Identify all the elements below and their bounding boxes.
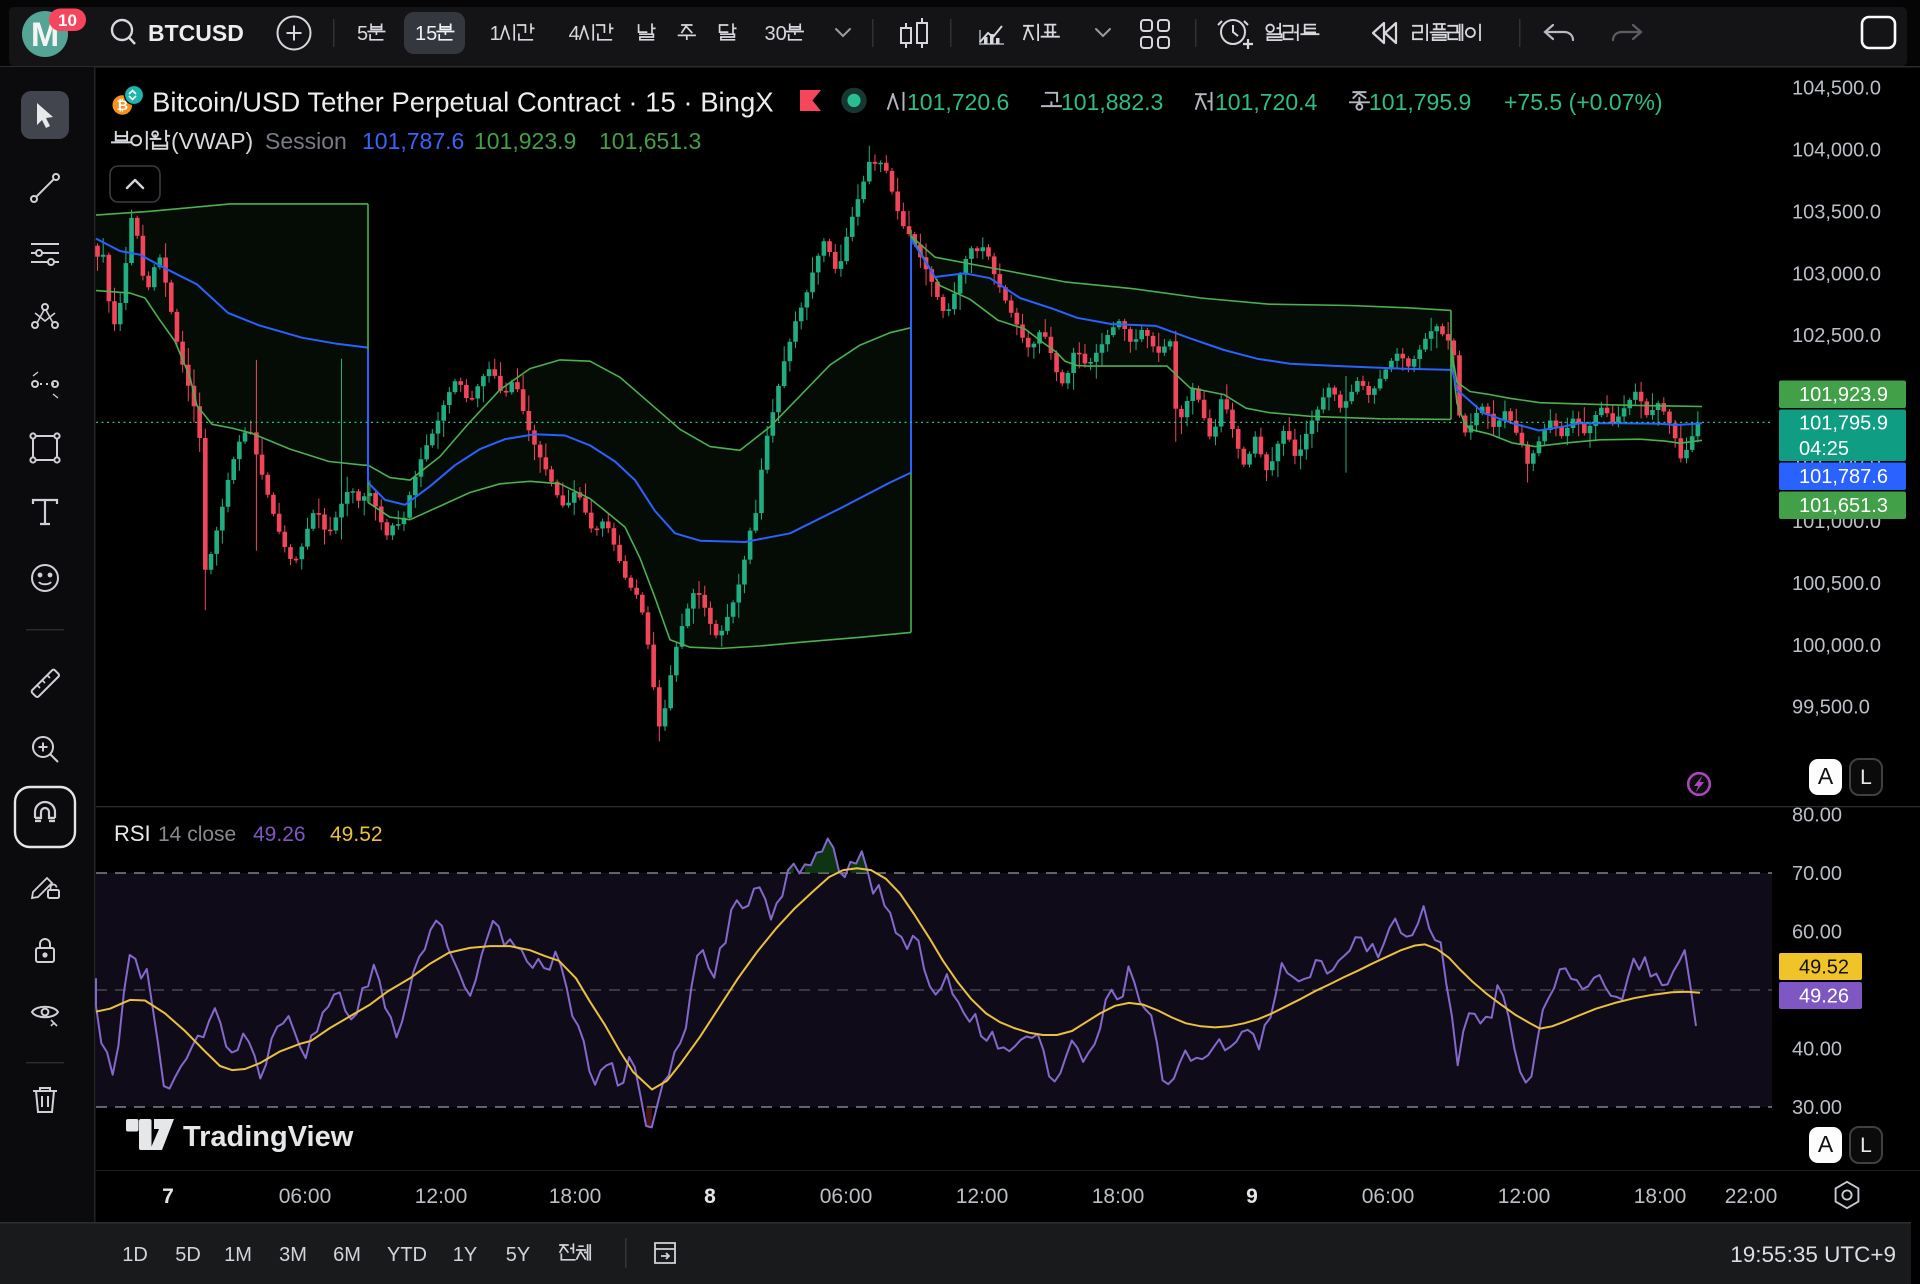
svg-text:100,000.0: 100,000.0 xyxy=(1792,635,1881,657)
svg-text:70.00: 70.00 xyxy=(1792,863,1842,885)
svg-text:101,882.3: 101,882.3 xyxy=(1061,89,1163,115)
svg-text:101,923.9: 101,923.9 xyxy=(1799,384,1888,406)
svg-text:30: 30 xyxy=(765,23,787,45)
svg-text:49.52: 49.52 xyxy=(1799,957,1849,979)
svg-text:Bitcoin/USD Tether Perpetual C: Bitcoin/USD Tether Perpetual Contract · … xyxy=(152,87,774,118)
svg-text:9: 9 xyxy=(1246,1185,1258,1208)
svg-text:30.00: 30.00 xyxy=(1792,1097,1842,1119)
svg-text:18:00: 18:00 xyxy=(1092,1185,1145,1208)
svg-text:1: 1 xyxy=(490,23,501,45)
svg-text:15: 15 xyxy=(415,23,437,45)
svg-text:101,795.9: 101,795.9 xyxy=(1799,412,1888,434)
svg-text:TradingView: TradingView xyxy=(183,1121,354,1153)
svg-text:12:00: 12:00 xyxy=(1498,1185,1551,1208)
svg-text:7: 7 xyxy=(162,1185,174,1208)
svg-text:A: A xyxy=(1818,1131,1834,1157)
svg-text:A: A xyxy=(1818,763,1834,789)
svg-text:101,651.3: 101,651.3 xyxy=(1799,495,1888,517)
svg-text:18:00: 18:00 xyxy=(1634,1185,1687,1208)
svg-text:06:00: 06:00 xyxy=(1362,1185,1415,1208)
svg-text:101,795.9: 101,795.9 xyxy=(1369,89,1471,115)
svg-text:80.00: 80.00 xyxy=(1792,805,1842,827)
svg-text:19:55:35 UTC+9: 19:55:35 UTC+9 xyxy=(1730,1242,1896,1267)
svg-text:101,720.6: 101,720.6 xyxy=(907,89,1009,115)
svg-text:8: 8 xyxy=(704,1185,716,1208)
svg-text:06:00: 06:00 xyxy=(279,1185,332,1208)
svg-text:1Y: 1Y xyxy=(453,1244,477,1266)
svg-text:101,651.3: 101,651.3 xyxy=(599,128,701,154)
svg-text:10: 10 xyxy=(58,11,77,30)
svg-text:101,787.6: 101,787.6 xyxy=(1799,466,1888,488)
svg-text:101,923.9: 101,923.9 xyxy=(474,128,576,154)
svg-text:12:00: 12:00 xyxy=(956,1185,1009,1208)
svg-text:YTD: YTD xyxy=(387,1244,427,1266)
svg-text:1D: 1D xyxy=(122,1244,148,1266)
svg-text:5Y: 5Y xyxy=(506,1244,530,1266)
svg-text:22:00: 22:00 xyxy=(1725,1185,1778,1208)
svg-text:3M: 3M xyxy=(279,1244,307,1266)
svg-text:60.00: 60.00 xyxy=(1792,922,1842,944)
svg-text:+75.5 (+0.07%): +75.5 (+0.07%) xyxy=(1504,89,1663,115)
svg-text:18:00: 18:00 xyxy=(549,1185,602,1208)
svg-text:40.00: 40.00 xyxy=(1792,1039,1842,1061)
svg-text:L: L xyxy=(1860,1134,1872,1157)
svg-text:99,500.0: 99,500.0 xyxy=(1792,697,1870,719)
svg-text:BTCUSD: BTCUSD xyxy=(148,20,244,46)
svg-text:Session: Session xyxy=(265,128,347,154)
svg-text:49.26: 49.26 xyxy=(1799,986,1849,1008)
svg-text:(VWAP): (VWAP) xyxy=(171,128,253,154)
svg-text:102,500.0: 102,500.0 xyxy=(1792,325,1881,347)
svg-text:103,500.0: 103,500.0 xyxy=(1792,201,1881,223)
svg-text:49.26: 49.26 xyxy=(253,823,306,846)
svg-text:104,500.0: 104,500.0 xyxy=(1792,78,1881,100)
svg-text:100,500.0: 100,500.0 xyxy=(1792,573,1881,595)
svg-text:104,000.0: 104,000.0 xyxy=(1792,139,1881,161)
svg-text:103,000.0: 103,000.0 xyxy=(1792,263,1881,285)
svg-text:6M: 6M xyxy=(333,1244,361,1266)
svg-text:4: 4 xyxy=(569,23,580,45)
svg-text:1M: 1M xyxy=(224,1244,252,1266)
svg-text:101,787.6: 101,787.6 xyxy=(362,128,464,154)
svg-text:49.52: 49.52 xyxy=(330,823,383,846)
svg-text:L: L xyxy=(1860,766,1872,789)
svg-text:04:25: 04:25 xyxy=(1799,438,1849,460)
svg-text:12:00: 12:00 xyxy=(415,1185,468,1208)
svg-text:06:00: 06:00 xyxy=(820,1185,873,1208)
svg-text:5: 5 xyxy=(357,23,368,45)
svg-text:RSI: RSI xyxy=(114,821,151,846)
svg-text:101,720.4: 101,720.4 xyxy=(1215,89,1318,115)
svg-text:5D: 5D xyxy=(175,1244,201,1266)
svg-text:14 close: 14 close xyxy=(158,823,236,846)
